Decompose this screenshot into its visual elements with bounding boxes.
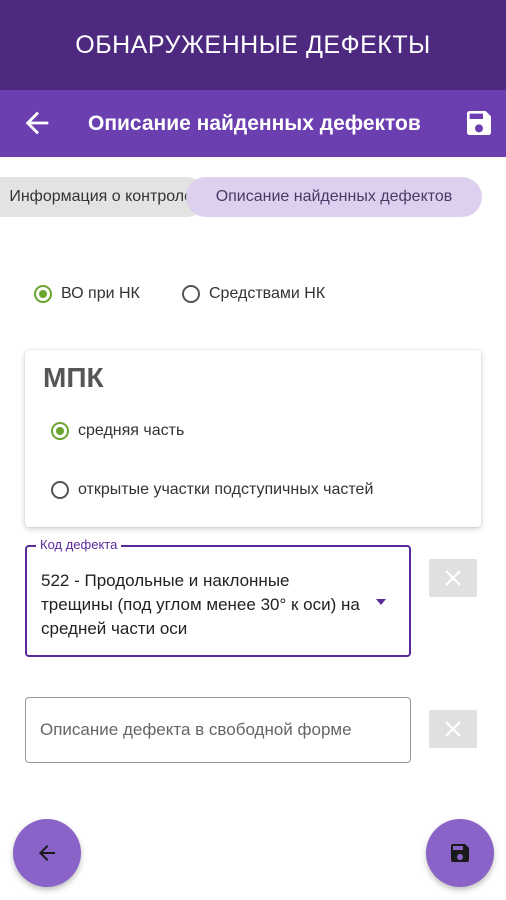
close-icon	[445, 721, 461, 737]
tab-control-info[interactable]: Информация о контроле	[0, 177, 207, 217]
radio-checked-icon	[34, 285, 52, 303]
toolbar: Описание найденных дефектов	[0, 90, 506, 157]
defect-code-value: 522 - Продольные и наклонные трещины (по…	[41, 571, 360, 638]
radio-sredstvami-nk[interactable]: Средствами НК	[182, 285, 325, 303]
save-button[interactable]	[463, 107, 495, 139]
radio-unchecked-icon	[182, 285, 200, 303]
toolbar-title: Описание найденных дефектов	[88, 112, 421, 135]
mpk-card: МПК средняя часть открытые участки подст…	[25, 350, 481, 527]
tab-bar: Информация о контроле Описание найденных…	[0, 177, 506, 221]
back-button[interactable]	[20, 106, 54, 140]
radio-unchecked-icon	[51, 481, 69, 499]
defect-code-label: Код дефекта	[36, 537, 122, 552]
radio-checked-icon	[51, 422, 69, 440]
app-header: ОБНАРУЖЕННЫЕ ДЕФЕКТЫ	[0, 0, 506, 90]
dropdown-arrow-icon	[376, 599, 386, 605]
mpk-card-title: МПК	[43, 362, 104, 393]
radio-label: средняя часть	[78, 422, 185, 439]
radio-vo-pri-nk[interactable]: ВО при НК	[34, 285, 140, 303]
arrow-left-icon	[25, 111, 49, 135]
radio-middle-part[interactable]: средняя часть	[51, 422, 184, 440]
radio-label: ВО при НК	[61, 285, 140, 302]
tab-defects-description[interactable]: Описание найденных дефектов	[186, 177, 482, 217]
close-icon	[445, 570, 461, 586]
fab-back-button[interactable]	[13, 819, 81, 887]
floppy-disk-icon	[467, 111, 491, 135]
radio-label: Средствами НК	[209, 285, 326, 302]
app-header-title: ОБНАРУЖЕННЫЕ ДЕФЕКТЫ	[75, 30, 431, 59]
defect-code-dropdown[interactable]: Код дефекта 522 - Продольные и наклонные…	[25, 537, 411, 657]
radio-open-areas[interactable]: открытые участки подступичных частей	[51, 481, 373, 499]
clear-defect-code-button[interactable]	[429, 559, 477, 597]
fab-save-button[interactable]	[426, 819, 494, 887]
defect-description-input[interactable]	[25, 697, 411, 763]
clear-description-button[interactable]	[429, 710, 477, 748]
floppy-disk-icon	[451, 844, 469, 862]
radio-label: открытые участки подступичных частей	[78, 481, 374, 498]
arrow-left-icon	[39, 845, 55, 861]
